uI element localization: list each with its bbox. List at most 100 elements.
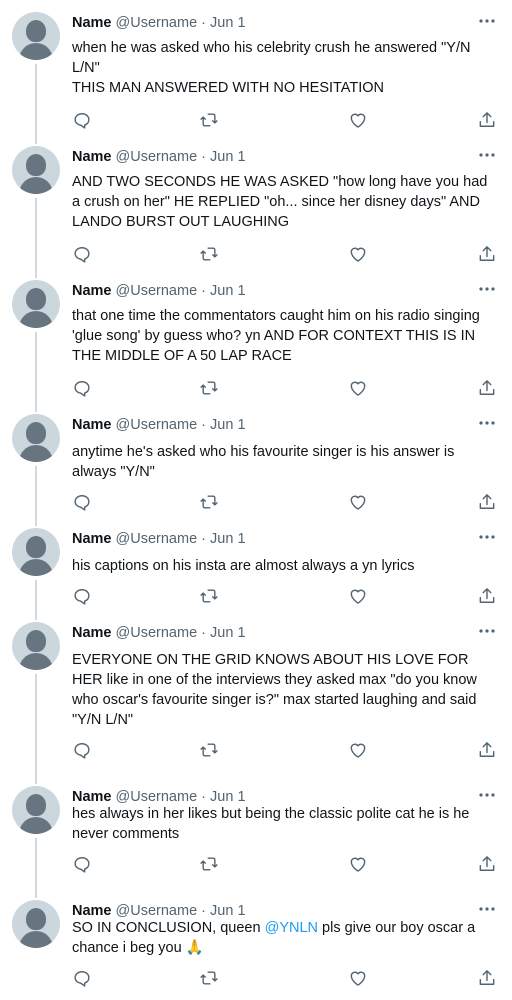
heart-icon[interactable] xyxy=(348,586,368,606)
reply-icon[interactable] xyxy=(72,110,92,130)
avatar[interactable] xyxy=(12,622,60,670)
more-icon[interactable] xyxy=(478,416,496,428)
avatar[interactable] xyxy=(12,900,60,948)
author-name[interactable]: Name xyxy=(72,15,112,31)
mention-link[interactable]: @YNLN xyxy=(265,920,318,936)
author-name[interactable]: Name xyxy=(72,531,112,547)
retweet-icon[interactable] xyxy=(199,244,219,264)
share-icon[interactable] xyxy=(477,244,497,264)
tweet-date[interactable]: Jun 1 xyxy=(210,417,245,433)
avatar[interactable] xyxy=(12,280,60,328)
more-icon[interactable] xyxy=(478,624,496,636)
reply-icon[interactable] xyxy=(72,854,92,874)
share-icon[interactable] xyxy=(477,740,497,760)
author-handle[interactable]: @Username xyxy=(116,15,198,31)
tweet-header: Name @Username · Jun 1 xyxy=(72,624,246,642)
author-name[interactable]: Name xyxy=(72,903,112,919)
tweet-date[interactable]: Jun 1 xyxy=(210,789,245,805)
avatar[interactable] xyxy=(12,786,60,834)
tweet[interactable]: Name @Username · Jun 1 EVERYONE ON THE G… xyxy=(0,610,512,784)
reply-icon[interactable] xyxy=(72,244,92,264)
tweet-header: Name @Username · Jun 1 xyxy=(72,530,246,548)
tweet[interactable]: Name @Username · Jun 1 hes always in her… xyxy=(0,774,512,898)
tweet-actions xyxy=(72,740,500,760)
tweet-date[interactable]: Jun 1 xyxy=(210,283,245,299)
retweet-icon[interactable] xyxy=(199,740,219,760)
tweet[interactable]: Name @Username · Jun 1 his captions on h… xyxy=(0,516,512,620)
share-icon[interactable] xyxy=(477,378,497,398)
tweet[interactable]: Name @Username · Jun 1 when he was asked… xyxy=(0,0,512,144)
tweet[interactable]: Name @Username · Jun 1 SO IN CONCLUSION,… xyxy=(0,888,512,1000)
reply-icon[interactable] xyxy=(72,968,92,988)
tweet-header: Name @Username · Jun 1 xyxy=(72,148,246,166)
avatar[interactable] xyxy=(12,146,60,194)
author-handle[interactable]: @Username xyxy=(116,283,198,299)
pray-emoji: 🙏 xyxy=(185,940,204,956)
thread-line xyxy=(35,674,37,784)
avatar[interactable] xyxy=(12,12,60,60)
retweet-icon[interactable] xyxy=(199,854,219,874)
reply-icon[interactable] xyxy=(72,492,92,512)
heart-icon[interactable] xyxy=(348,740,368,760)
share-icon[interactable] xyxy=(477,854,497,874)
tweet-actions xyxy=(72,110,500,130)
retweet-icon[interactable] xyxy=(199,378,219,398)
retweet-icon[interactable] xyxy=(199,968,219,988)
tweet[interactable]: Name @Username · Jun 1 that one time the… xyxy=(0,268,512,412)
reply-icon[interactable] xyxy=(72,378,92,398)
heart-icon[interactable] xyxy=(348,110,368,130)
heart-icon[interactable] xyxy=(348,378,368,398)
author-handle[interactable]: @Username xyxy=(116,903,198,919)
heart-icon[interactable] xyxy=(348,244,368,264)
tweet-date[interactable]: Jun 1 xyxy=(210,625,245,641)
more-icon[interactable] xyxy=(478,148,496,160)
more-icon[interactable] xyxy=(478,788,496,800)
tweet-date[interactable]: Jun 1 xyxy=(210,531,245,547)
heart-icon[interactable] xyxy=(348,854,368,874)
tweet-text: SO IN CONCLUSION, queen @YNLN pls give o… xyxy=(72,918,497,958)
share-icon[interactable] xyxy=(477,968,497,988)
share-icon[interactable] xyxy=(477,492,497,512)
tweet-date[interactable]: Jun 1 xyxy=(210,903,245,919)
author-handle[interactable]: @Username xyxy=(116,789,198,805)
tweet-header: Name @Username · Jun 1 xyxy=(72,14,246,32)
retweet-icon[interactable] xyxy=(199,492,219,512)
retweet-icon[interactable] xyxy=(199,586,219,606)
tweet-text: EVERYONE ON THE GRID KNOWS ABOUT HIS LOV… xyxy=(72,652,477,728)
separator: · xyxy=(197,149,211,165)
more-icon[interactable] xyxy=(478,530,496,542)
tweet-header: Name @Username · Jun 1 xyxy=(72,416,246,434)
tweet-date[interactable]: Jun 1 xyxy=(210,149,245,165)
avatar[interactable] xyxy=(12,528,60,576)
author-name[interactable]: Name xyxy=(72,149,112,165)
author-name[interactable]: Name xyxy=(72,789,112,805)
author-handle[interactable]: @Username xyxy=(116,531,198,547)
more-icon[interactable] xyxy=(478,902,496,914)
more-icon[interactable] xyxy=(478,14,496,26)
reply-icon[interactable] xyxy=(72,740,92,760)
reply-icon[interactable] xyxy=(72,586,92,606)
separator: · xyxy=(197,625,211,641)
author-handle[interactable]: @Username xyxy=(116,417,198,433)
tweet-actions xyxy=(72,586,500,606)
more-icon[interactable] xyxy=(478,282,496,294)
tweet-text: his captions on his insta are almost alw… xyxy=(72,558,415,574)
retweet-icon[interactable] xyxy=(199,110,219,130)
heart-icon[interactable] xyxy=(348,492,368,512)
tweet-date[interactable]: Jun 1 xyxy=(210,15,245,31)
separator: · xyxy=(197,15,211,31)
heart-icon[interactable] xyxy=(348,968,368,988)
thread-line xyxy=(35,198,37,278)
share-icon[interactable] xyxy=(477,586,497,606)
author-name[interactable]: Name xyxy=(72,417,112,433)
author-name[interactable]: Name xyxy=(72,625,112,641)
share-icon[interactable] xyxy=(477,110,497,130)
author-handle[interactable]: @Username xyxy=(116,625,198,641)
tweet[interactable]: Name @Username · Jun 1 anytime he's aske… xyxy=(0,402,512,526)
author-handle[interactable]: @Username xyxy=(116,149,198,165)
author-name[interactable]: Name xyxy=(72,283,112,299)
separator: · xyxy=(197,531,211,547)
avatar[interactable] xyxy=(12,414,60,462)
tweet-header: Name @Username · Jun 1 xyxy=(72,282,246,300)
tweet[interactable]: Name @Username · Jun 1 AND TWO SECONDS H… xyxy=(0,134,512,278)
